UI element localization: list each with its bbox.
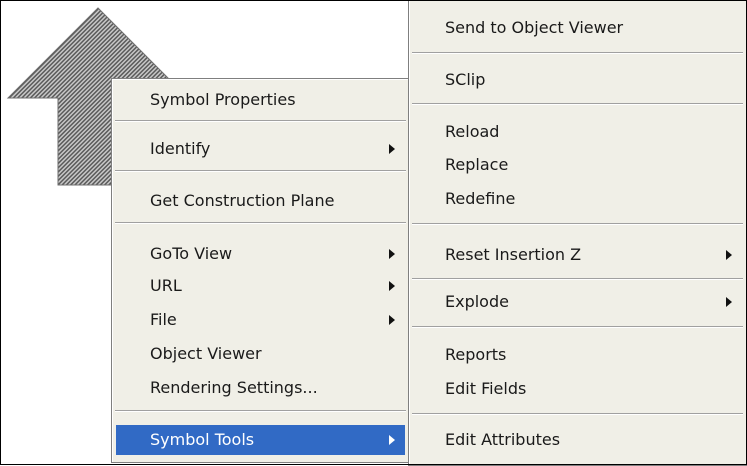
menu-item-label: GoTo View <box>150 244 233 263</box>
menu-item-label: Edit Fields <box>445 379 527 398</box>
submenu-arrow-icon <box>389 281 395 291</box>
menu-separator <box>115 170 406 172</box>
menu-item-goto-view[interactable]: GoTo View <box>116 239 405 269</box>
menu-item-reload[interactable]: Reload <box>413 117 742 147</box>
menu-item-label: Redefine <box>445 189 516 208</box>
submenu: Send to Object Viewer SClip Reload Repla… <box>408 0 747 466</box>
menu-separator <box>412 103 743 105</box>
menu-item-rendering-settings[interactable]: Rendering Settings... <box>116 373 405 403</box>
menu-separator <box>412 326 743 328</box>
menu-separator <box>115 120 406 122</box>
submenu-arrow-icon <box>389 435 395 445</box>
menu-item-label: Rendering Settings... <box>150 378 318 397</box>
menu-item-label: Edit Attributes <box>445 430 561 449</box>
submenu-arrow-icon <box>389 144 395 154</box>
menu-item-label: Reports <box>445 345 507 364</box>
menu-item-label: SClip <box>445 70 486 89</box>
menu-item-replace[interactable]: Replace <box>413 150 742 180</box>
menu-item-url[interactable]: URL <box>116 271 405 301</box>
menu-item-redefine[interactable]: Redefine <box>413 184 742 214</box>
submenu-arrow-icon <box>389 315 395 325</box>
menu-item-label: Object Viewer <box>150 344 262 363</box>
menu-separator <box>412 278 743 280</box>
menu-item-label: URL <box>150 276 182 295</box>
menu-item-label: Send to Object Viewer <box>445 18 624 37</box>
menu-item-explode[interactable]: Explode <box>413 287 742 317</box>
menu-item-label: Reload <box>445 122 500 141</box>
submenu-arrow-icon <box>726 250 732 260</box>
menu-item-object-viewer[interactable]: Object Viewer <box>116 339 405 369</box>
menu-item-symbol-tools[interactable]: Symbol Tools <box>116 425 405 455</box>
menu-item-file[interactable]: File <box>116 305 405 335</box>
menu-item-edit-fields[interactable]: Edit Fields <box>413 374 742 404</box>
menu-separator <box>412 413 743 415</box>
menu-item-identify[interactable]: Identify <box>116 134 405 164</box>
context-menu: Symbol Properties Identify Get Construct… <box>111 78 410 463</box>
menu-item-label: Symbol Properties <box>150 90 296 109</box>
menu-item-sclip[interactable]: SClip <box>413 65 742 95</box>
submenu-arrow-icon <box>726 297 732 307</box>
menu-item-label: Get Construction Plane <box>150 191 335 210</box>
menu-separator <box>412 52 743 54</box>
menu-separator <box>115 222 406 224</box>
menu-separator <box>115 410 406 412</box>
menu-item-send-to-object-viewer[interactable]: Send to Object Viewer <box>413 13 742 43</box>
menu-item-label: Identify <box>150 139 211 158</box>
menu-separator <box>412 223 743 225</box>
menu-item-reports[interactable]: Reports <box>413 340 742 370</box>
menu-item-label: Explode <box>445 292 509 311</box>
menu-item-symbol-properties[interactable]: Symbol Properties <box>116 85 405 115</box>
menu-item-reset-insertion-z[interactable]: Reset Insertion Z <box>413 240 742 270</box>
menu-item-get-construction-plane[interactable]: Get Construction Plane <box>116 186 405 216</box>
submenu-arrow-icon <box>389 249 395 259</box>
menu-item-label: Replace <box>445 155 509 174</box>
menu-item-label: Symbol Tools <box>150 430 255 449</box>
menu-item-edit-attributes[interactable]: Edit Attributes <box>413 425 742 455</box>
menu-item-label: File <box>150 310 177 329</box>
menu-item-label: Reset Insertion Z <box>445 245 582 264</box>
